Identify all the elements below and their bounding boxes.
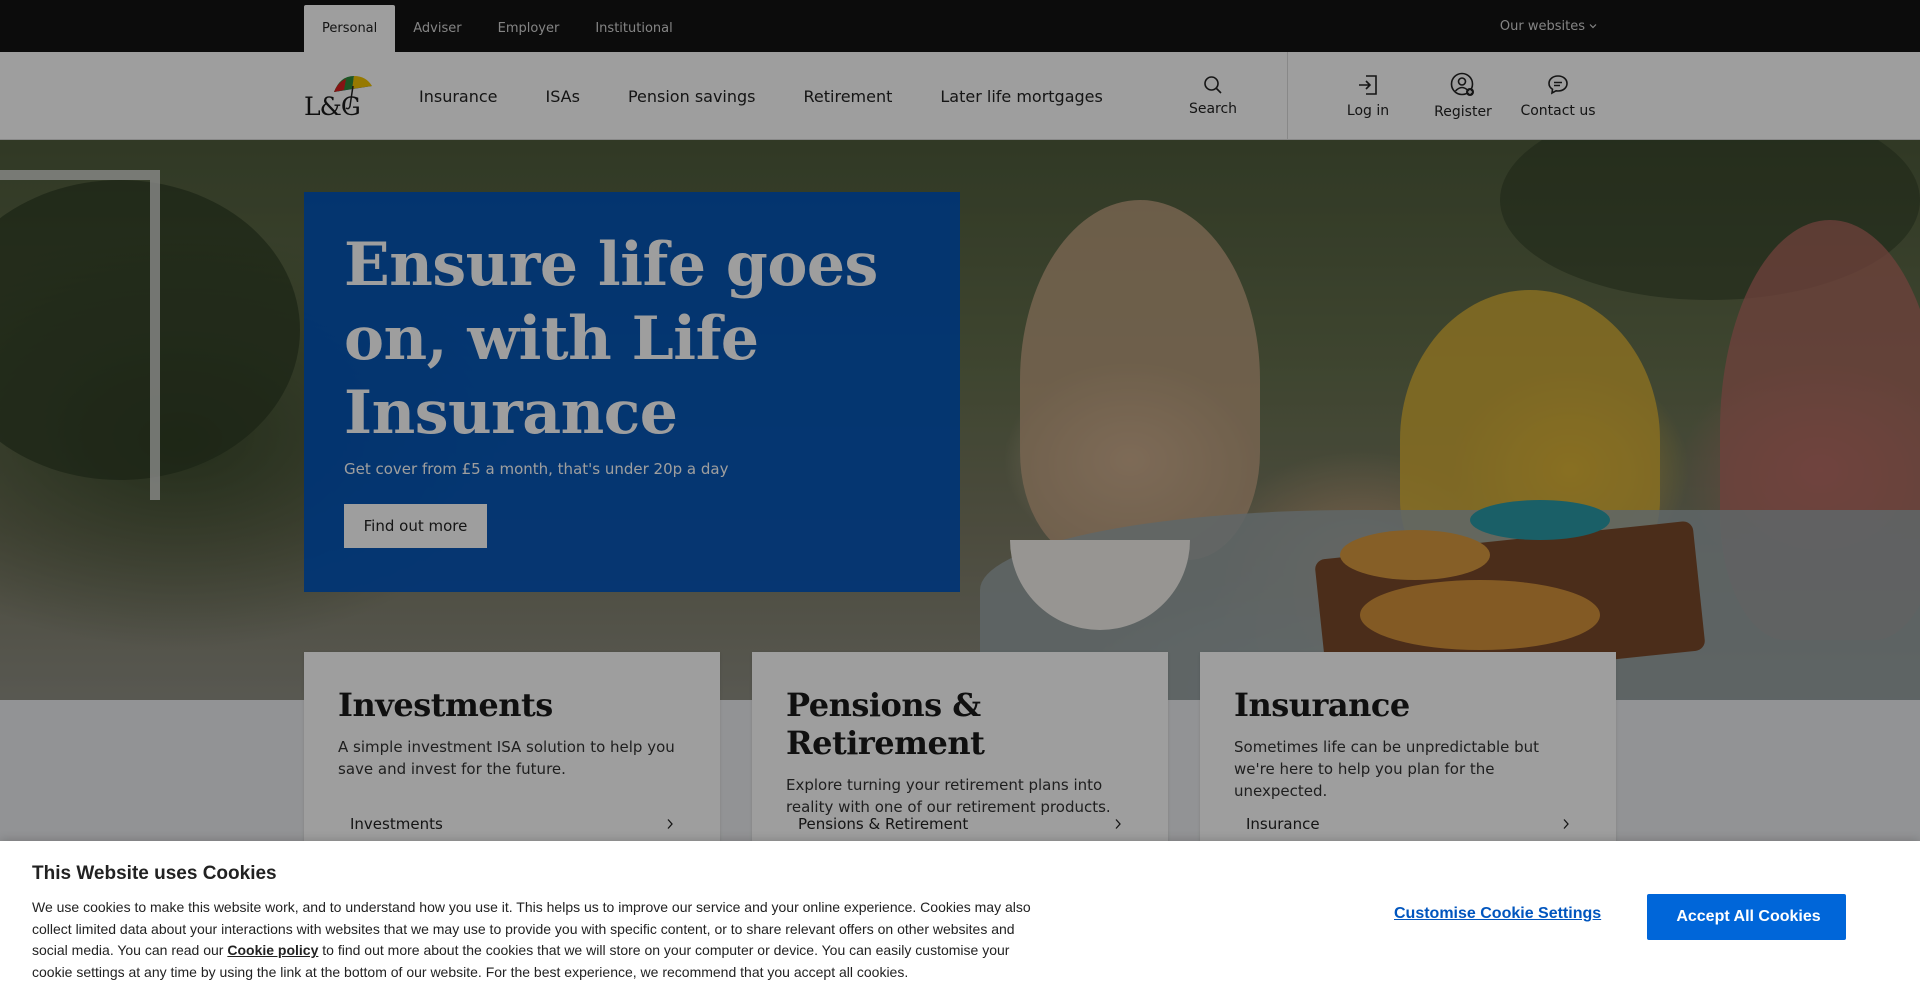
accept-all-cookies-button[interactable]: Accept All Cookies	[1647, 894, 1846, 940]
nav-pension-savings[interactable]: Pension savings	[604, 87, 780, 106]
search-icon	[1204, 76, 1222, 94]
hero-promo-card: Ensure life goes on, with Life Insurance…	[304, 192, 960, 592]
hero-photo-mother	[1020, 200, 1260, 560]
lg-logo[interactable]: L&G	[304, 70, 374, 124]
card-title: Investments	[338, 686, 553, 724]
card-title: Insurance	[1234, 686, 1410, 724]
card-title: Pensions & Retirement	[786, 686, 985, 762]
tab-institutional[interactable]: Institutional	[577, 5, 690, 52]
main-header: L&G Insurance ISAs Pension savings Retir…	[0, 52, 1920, 140]
audience-bar: Personal Adviser Employer Institutional …	[0, 0, 1920, 52]
nav-retirement[interactable]: Retirement	[780, 87, 917, 106]
chat-bubble-icon	[1548, 75, 1568, 95]
chevron-right-icon	[1563, 819, 1569, 829]
hero-title: Ensure life goes on, with Life Insurance	[344, 230, 878, 448]
audience-tabs: Personal Adviser Employer Institutional	[304, 5, 691, 52]
tab-employer[interactable]: Employer	[480, 5, 578, 52]
hero-photo-pizza-2	[1360, 580, 1600, 650]
our-websites-dropdown[interactable]: Our websites	[1500, 0, 1597, 52]
find-out-more-button[interactable]: Find out more	[344, 504, 487, 548]
login-icon	[1359, 75, 1377, 95]
card-description: A simple investment ISA solution to help…	[338, 738, 675, 778]
header-divider	[1287, 52, 1288, 140]
register-user-icon	[1450, 72, 1474, 96]
insurance-link[interactable]: Insurance	[1234, 804, 1582, 844]
search-label: Search	[1188, 101, 1238, 117]
nav-insurance[interactable]: Insurance	[395, 87, 522, 106]
main-navigation: Insurance ISAs Pension savings Retiremen…	[395, 52, 1127, 140]
investments-link[interactable]: Investments	[338, 804, 686, 844]
customise-cookie-settings-link[interactable]: Customise Cookie Settings	[1394, 905, 1601, 923]
register-label: Register	[1434, 104, 1492, 120]
contact-label: Contact us	[1520, 103, 1596, 119]
contact-button[interactable]: Contact us	[1520, 52, 1596, 140]
tab-personal[interactable]: Personal	[304, 5, 396, 52]
login-button[interactable]: Log in	[1340, 52, 1396, 140]
chevron-right-icon	[667, 819, 673, 829]
register-button[interactable]: Register	[1432, 52, 1494, 140]
nav-later-life-mortgages[interactable]: Later life mortgages	[916, 87, 1126, 106]
card-link-label: Investments	[350, 815, 443, 833]
accept-label: Accept All Cookies	[1676, 908, 1821, 925]
cookie-title: This Website uses Cookies	[32, 863, 277, 884]
pensions-retirement-link[interactable]: Pensions & Retirement	[786, 804, 1134, 844]
hero-photo-pizza-1	[1340, 530, 1490, 580]
card-link-label: Insurance	[1246, 815, 1320, 833]
hero-photo-plate	[1470, 500, 1610, 540]
cookie-banner: This Website uses Cookies We use cookies…	[0, 841, 1920, 993]
card-description: Sometimes life can be unpredictable but …	[1234, 738, 1540, 800]
cookie-text: We use cookies to make this website work…	[32, 897, 1052, 983]
logo-text: L&G	[304, 92, 361, 121]
search-button[interactable]: Search	[1180, 52, 1246, 140]
our-websites-label: Our websites	[1499, 18, 1585, 34]
hero-photo-football-goal	[0, 170, 160, 500]
chevron-down-icon	[1589, 24, 1597, 29]
chevron-right-icon	[1115, 819, 1121, 829]
hero-subtitle: Get cover from £5 a month, that's under …	[344, 460, 729, 478]
cookie-policy-link[interactable]: Cookie policy	[227, 942, 318, 958]
login-label: Log in	[1346, 103, 1390, 119]
nav-isas[interactable]: ISAs	[522, 87, 604, 106]
card-link-label: Pensions & Retirement	[798, 815, 969, 833]
tab-adviser[interactable]: Adviser	[395, 5, 479, 52]
hero-banner: Ensure life goes on, with Life Insurance…	[0, 140, 1920, 700]
